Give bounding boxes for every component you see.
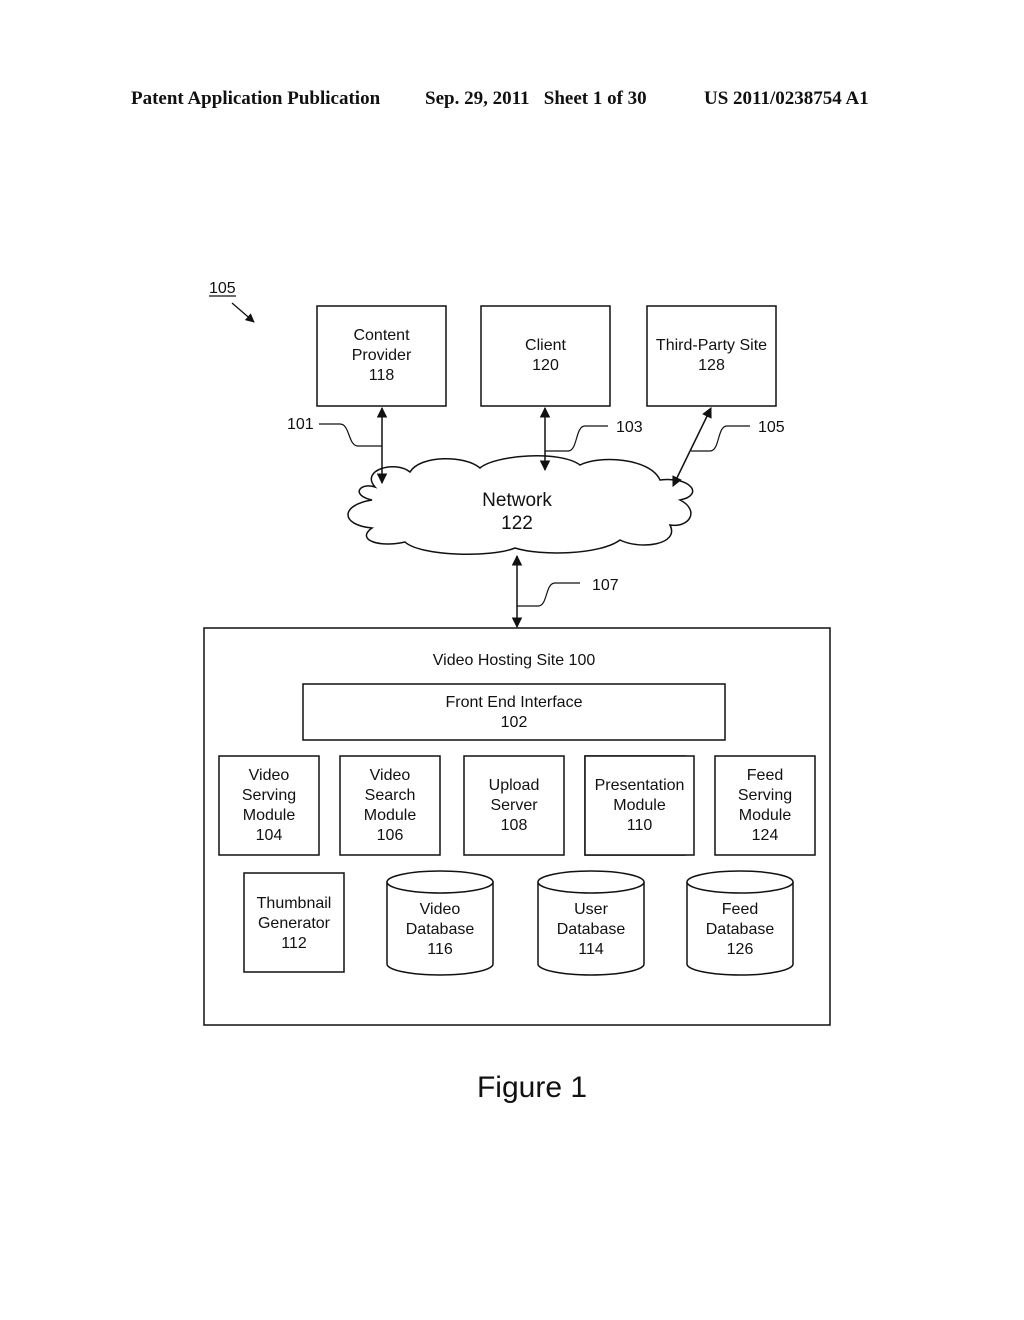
hosting-site-title: Video Hosting Site 100 [433, 652, 596, 669]
box-text-line: Serving [242, 787, 296, 804]
system-ref-label: 105 [209, 280, 236, 297]
box-text-line: 114 [578, 941, 604, 958]
system-reference: 105 [209, 280, 255, 323]
box-text-line: 120 [532, 357, 559, 374]
feed-database: Feed Database 126 [686, 870, 794, 976]
box-text-line: Database [406, 921, 475, 938]
front-end-label: Front End Interface [446, 694, 583, 711]
thumbnail-line: Thumbnail [257, 895, 332, 912]
connection-107: 107 [511, 554, 619, 629]
box-text-line: 126 [727, 941, 754, 958]
label-101: 101 [287, 416, 314, 433]
box-text-line: Module [364, 807, 417, 824]
box-text-line: 116 [427, 941, 453, 958]
system-ref-arrow [231, 302, 255, 323]
box-text-line: Video [370, 767, 411, 784]
box-text-line: Server [490, 797, 538, 814]
label-107: 107 [592, 577, 619, 594]
label-105: 105 [758, 419, 785, 436]
thumbnail-generator: Thumbnail Generator 112 [243, 872, 345, 973]
box-text-line: 104 [256, 827, 283, 844]
thumbnail-line: Generator [258, 915, 331, 932]
box-text-line: Upload [489, 777, 540, 794]
presentation-module: Presentation Module 110 [584, 755, 695, 856]
label-103: 103 [616, 419, 643, 436]
box-text-line: User [574, 901, 608, 918]
network-label: Network [482, 490, 552, 511]
network-number: 122 [501, 513, 533, 534]
box-text-line: Serving [738, 787, 792, 804]
box-text-line: Video [249, 767, 290, 784]
feed-serving-module: Feed Serving Module 124 [714, 755, 816, 856]
video-database: Video Database 116 [386, 870, 494, 976]
box-text-line: Presentation [595, 777, 685, 794]
box-text-line: 106 [377, 827, 404, 844]
content-provider-box: Content Provider 118 [316, 305, 447, 407]
connection-105: 105 [672, 407, 785, 487]
box-text-line: Module [739, 807, 792, 824]
client-box: Client 120 [480, 305, 611, 407]
box-text-line: Search [365, 787, 416, 804]
box-text-line: Video [420, 901, 461, 918]
box-text-line: Content [353, 327, 410, 344]
box-text-line: Module [613, 797, 666, 814]
box-text-line: Third-Party Site [656, 337, 767, 354]
box-text-line: Provider [352, 347, 412, 364]
third-party-site-box: Third-Party Site 128 [646, 305, 777, 407]
front-end-number: 102 [501, 714, 528, 731]
front-end-interface: Front End Interface 102 [302, 683, 726, 741]
box-text-line: Database [557, 921, 626, 938]
box-text-line: Client [525, 337, 566, 354]
user-database: User Database 114 [537, 870, 645, 976]
video-search-module: Video Search Module 106 [339, 755, 441, 856]
box-text-line: 110 [627, 817, 653, 834]
box-text-line: 108 [501, 817, 528, 834]
system-diagram: 105 Content Provider 118 Client 120 Third-Par… [203, 280, 831, 1104]
figure-caption: Figure 1 [477, 1071, 587, 1104]
box-text-line: 128 [698, 357, 725, 374]
box-text-line: Feed [747, 767, 783, 784]
box-text-line: 118 [369, 367, 395, 384]
box-text-line: 124 [752, 827, 779, 844]
box-text-line: Module [243, 807, 296, 824]
upload-server: Upload Server 108 [463, 755, 565, 856]
connection-101: 101 [287, 406, 388, 485]
network-cloud: Network 122 [347, 455, 694, 555]
video-serving-module: Video Serving Module 104 [218, 755, 320, 856]
box-text-line: Feed [722, 901, 758, 918]
thumbnail-line: 112 [281, 935, 307, 952]
box-text-line: Database [706, 921, 775, 938]
